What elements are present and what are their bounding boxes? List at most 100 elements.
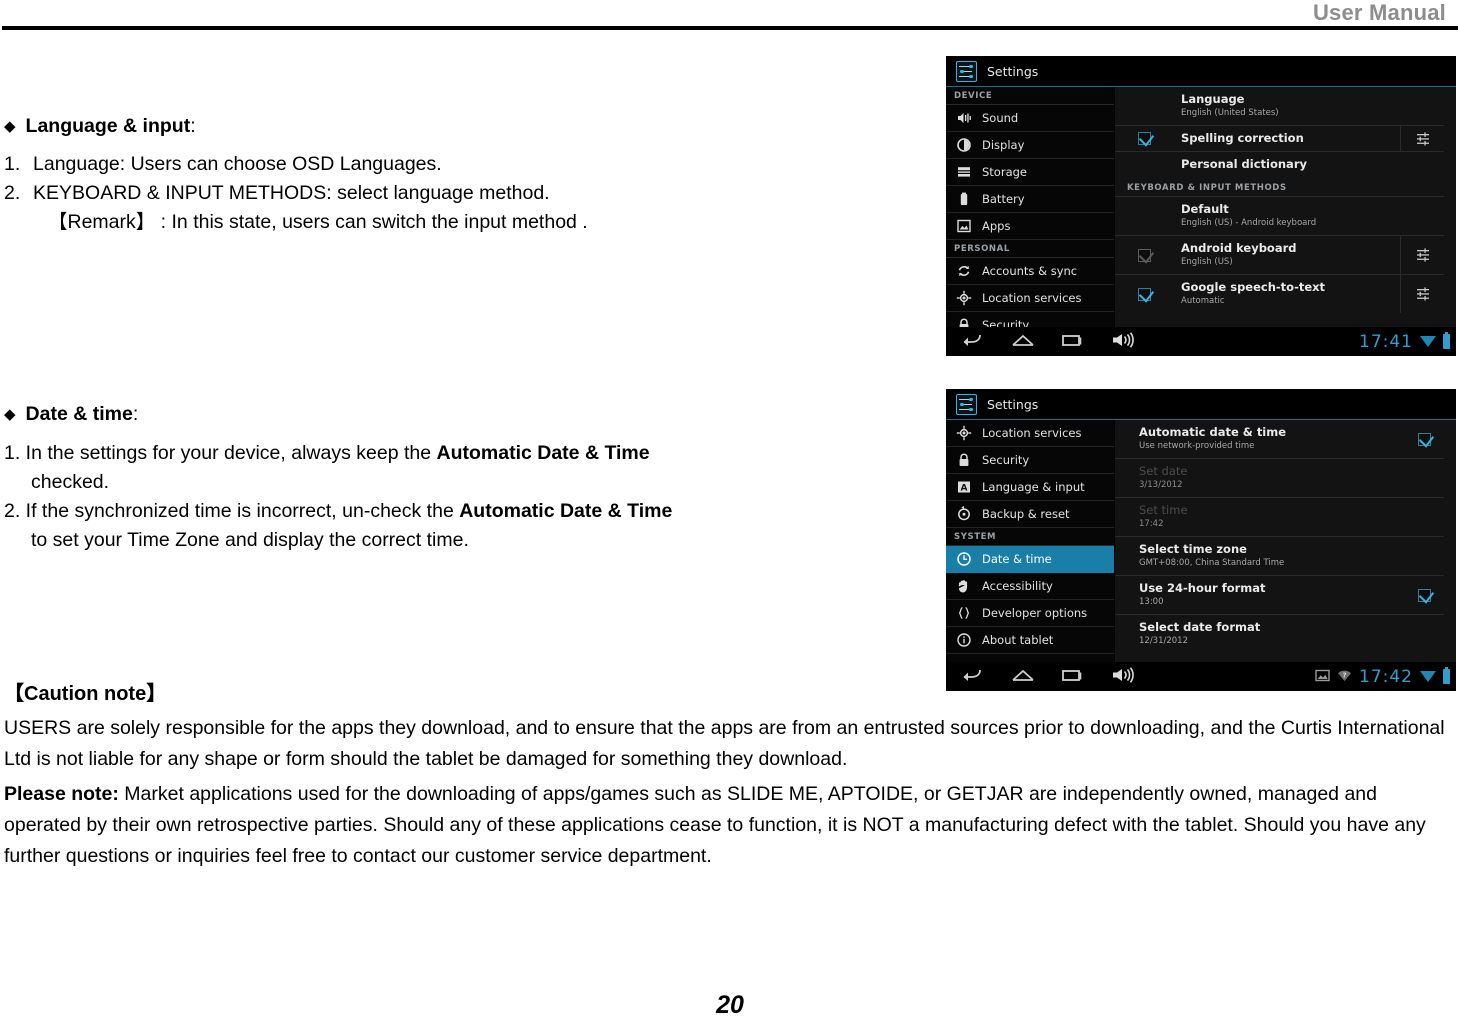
row-text: Spelling correction xyxy=(1161,126,1400,151)
row-title: Language xyxy=(1181,92,1245,106)
checkbox-android-keyboard[interactable] xyxy=(1137,248,1151,262)
row-personal-dictionary[interactable]: Personal dictionary xyxy=(1115,151,1444,177)
row-checkbox-slot[interactable] xyxy=(1127,132,1161,145)
row-android-keyboard[interactable]: Android keyboard English (US) xyxy=(1115,235,1444,274)
row-subtitle: English (US) xyxy=(1181,257,1233,267)
home-icon[interactable] xyxy=(1010,331,1036,353)
sidebar-item-battery[interactable]: Battery xyxy=(946,186,1114,213)
sidebar-item-sound[interactable]: Sound xyxy=(946,105,1114,132)
list-item-text: 1. In the settings for your device, alwa… xyxy=(4,442,437,464)
row-default-keyboard[interactable]: Default English (US) - Android keyboard xyxy=(1115,196,1444,235)
list-item-text: KEYBOARD & INPUT METHODS: select languag… xyxy=(33,182,550,204)
row-google-speech-to-text[interactable]: Google speech-to-text Automatic xyxy=(1115,274,1444,313)
action-bar: Settings xyxy=(946,389,1456,420)
sidebar-item-security[interactable]: Security xyxy=(946,447,1114,474)
sidebar-item-date-time[interactable]: Date & time xyxy=(946,546,1114,573)
row-text: Use 24-hour format 13:00 xyxy=(1127,576,1404,614)
sidebar-item-label: Accounts & sync xyxy=(982,264,1078,278)
row-text: Select time zone GMT+08:00, China Standa… xyxy=(1127,537,1444,575)
row-subtitle: 3/13/2012 xyxy=(1139,480,1183,490)
list-item: 1. Language: Users can choose OSD Langua… xyxy=(4,150,904,179)
row-language[interactable]: Language English (United States) xyxy=(1115,87,1444,125)
sidebar-item-location-services[interactable]: Location services xyxy=(946,420,1114,447)
apps-icon xyxy=(956,218,972,234)
android-navigation-bar: 17:41 xyxy=(946,327,1456,356)
row-subtitle: 17:42 xyxy=(1139,519,1164,529)
header-rule xyxy=(2,26,1458,30)
recents-icon[interactable] xyxy=(1060,331,1086,353)
row-subtitle: 12/31/2012 xyxy=(1139,636,1188,646)
caution-note-block: 【Caution note】 USERS are solely responsi… xyxy=(4,680,1456,872)
settings-gear-button[interactable] xyxy=(1400,236,1444,274)
sync-icon xyxy=(956,263,972,279)
sidebar-item-label: Location services xyxy=(982,426,1082,440)
row-title: Select date format xyxy=(1139,620,1261,634)
row-select-date-format[interactable]: Select date format 12/31/2012 xyxy=(1115,614,1444,653)
page-number: 20 xyxy=(716,991,744,1019)
sidebar-item-label: Language & input xyxy=(982,480,1085,494)
settings-icon xyxy=(956,393,977,415)
row-text: Personal dictionary xyxy=(1161,152,1444,177)
section-datetime-heading-label: Date & time xyxy=(25,403,133,425)
manual-page: User Manual ◆ Language & input: 1. Langu… xyxy=(0,0,1460,1026)
checkbox-spelling-correction[interactable] xyxy=(1137,132,1151,145)
sidebar-item-label: Backup & reset xyxy=(982,507,1070,521)
row-spelling-correction[interactable]: Spelling correction xyxy=(1115,125,1444,151)
back-icon[interactable] xyxy=(960,331,986,353)
row-set-date: Set date 3/13/2012 xyxy=(1115,458,1444,497)
sidebar-item-label: Location services xyxy=(982,291,1082,305)
sidebar-item-accessibility[interactable]: Accessibility xyxy=(946,573,1114,600)
row-subtitle: English (US) - Android keyboard xyxy=(1181,218,1317,228)
checkbox-use-24-hour-format[interactable] xyxy=(1417,588,1431,602)
settings-gear-button[interactable] xyxy=(1400,126,1444,151)
settings-detail-pane: Automatic date & time Use network-provid… xyxy=(1114,420,1456,662)
sidebar-item-accounts-sync[interactable]: Accounts & sync xyxy=(946,258,1114,285)
pane-section-header-keyboard: KEYBOARD & INPUT METHODS xyxy=(1127,183,1287,193)
row-automatic-date-time[interactable]: Automatic date & time Use network-provid… xyxy=(1115,420,1444,458)
status-clock: 17:41 xyxy=(1359,331,1413,352)
please-note-text: Market applications used for the downloa… xyxy=(4,783,1426,867)
sidebar-item-developer-options[interactable]: Developer options xyxy=(946,600,1114,627)
row-title: Personal dictionary xyxy=(1181,157,1307,171)
clock-icon xyxy=(956,551,972,567)
row-text: Android keyboard English (US) xyxy=(1161,236,1400,274)
list-item-number: 1. xyxy=(4,153,21,175)
backup-icon xyxy=(956,506,972,522)
sidebar-item-location-services[interactable]: Location services xyxy=(946,285,1114,312)
sidebar-item-backup-reset[interactable]: Backup & reset xyxy=(946,501,1114,528)
list-item-text: 2. If the synchronized time is incorrect… xyxy=(4,500,460,522)
row-use-24-hour-format[interactable]: Use 24-hour format 13:00 xyxy=(1115,575,1444,614)
sidebar-item-storage[interactable]: Storage xyxy=(946,159,1114,186)
checkbox-automatic-date-time[interactable] xyxy=(1417,432,1431,446)
lock-icon xyxy=(956,452,972,468)
sound-icon xyxy=(956,110,972,126)
home-icon[interactable] xyxy=(1010,666,1036,688)
sidebar-item-language-input[interactable]: A Language & input xyxy=(946,474,1114,501)
settings-gear-button[interactable] xyxy=(1400,275,1444,313)
row-title: Select time zone xyxy=(1139,542,1247,556)
recents-icon[interactable] xyxy=(1060,666,1086,688)
row-checkbox-slot[interactable] xyxy=(1404,588,1444,602)
diamond-bullet-icon: ◆ xyxy=(4,406,16,423)
row-set-time: Set time 17:42 xyxy=(1115,497,1444,536)
list-item-emphasis: Automatic Date & Time xyxy=(436,442,650,464)
row-checkbox-slot[interactable] xyxy=(1127,248,1161,262)
row-select-time-zone[interactable]: Select time zone GMT+08:00, China Standa… xyxy=(1115,536,1444,575)
row-subtitle: Use network-provided time xyxy=(1139,441,1255,451)
volume-icon[interactable] xyxy=(1110,331,1140,353)
sidebar-item-about-tablet[interactable]: About tablet xyxy=(946,627,1114,654)
sidebar-category-system: SYSTEM xyxy=(946,528,1114,546)
row-checkbox-slot[interactable] xyxy=(1404,432,1444,446)
volume-icon[interactable] xyxy=(1110,666,1140,688)
section-language-input: ◆ Language & input: 1. Language: Users c… xyxy=(4,112,904,237)
sidebar-item-apps[interactable]: Apps xyxy=(946,213,1114,240)
sidebar-item-display[interactable]: Display xyxy=(946,132,1114,159)
list-item-text: Language: Users can choose OSD Languages… xyxy=(33,153,442,175)
row-checkbox-slot[interactable] xyxy=(1127,287,1161,301)
please-note-label: Please note: xyxy=(4,783,119,805)
page-header-title: User Manual xyxy=(1312,0,1446,25)
checkbox-google-speech-to-text[interactable] xyxy=(1137,287,1151,301)
screenshot-date-time: Settings Location services Security A La… xyxy=(946,389,1456,691)
image-icon xyxy=(1315,667,1330,686)
back-icon[interactable] xyxy=(960,666,986,688)
